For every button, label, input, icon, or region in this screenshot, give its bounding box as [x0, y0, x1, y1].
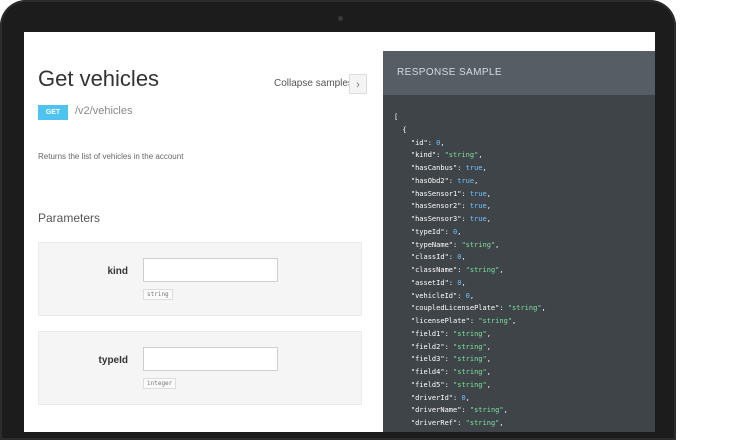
- code-line: "vehicleId": 0,: [410, 291, 475, 300]
- response-sample-panel: RESPONSE SAMPLE [ { "id": 0, "kind": "st…: [383, 51, 655, 432]
- code-line: "field5": "string",: [410, 380, 491, 389]
- json-key: "field2": [410, 342, 445, 351]
- json-key: "typeName": [410, 240, 454, 249]
- endpoint-path: /v2/vehicles: [75, 105, 133, 117]
- camera-icon: [338, 16, 343, 21]
- json-key: "vehicleId": [410, 291, 458, 300]
- json-value: "string": [444, 151, 479, 160]
- json-value: "string": [469, 406, 504, 415]
- code-line: {: [394, 125, 407, 134]
- json-key: "hasSensor1": [410, 189, 462, 198]
- json-value: true: [457, 176, 475, 185]
- code-line: "typeName": "string",: [410, 240, 500, 249]
- code-line: "field4": "string",: [410, 368, 491, 376]
- json-value: "string": [465, 419, 500, 427]
- json-key: "field3": [410, 355, 445, 364]
- json-key: "hasSensor3": [410, 215, 462, 223]
- code-line: "driverName": "string",: [410, 406, 508, 415]
- json-key: "typeId": [410, 227, 445, 236]
- param-type-badge: integer: [143, 378, 177, 389]
- json-value: 0: [461, 393, 466, 402]
- param-type-badge: string: [143, 289, 173, 300]
- json-key: "field1": [410, 329, 445, 338]
- code-line: "field1": "string",: [410, 329, 491, 338]
- code-line: "driverId": 0,: [410, 393, 470, 402]
- json-value: 0: [465, 291, 470, 300]
- code-line: "hasSensor3": true,: [410, 215, 491, 223]
- chevron-right-icon[interactable]: ›: [349, 74, 367, 94]
- response-code-block[interactable]: [ { "id": 0, "kind": "string", "hasCanbu…: [394, 111, 546, 430]
- param-row-typeid: typeId integer: [38, 331, 362, 405]
- json-value: true: [465, 164, 483, 172]
- json-key: "id": [410, 138, 428, 147]
- json-value: "string": [453, 380, 487, 389]
- code-line: "className": "string",: [410, 266, 504, 274]
- json-value: true: [469, 189, 487, 198]
- json-key: "driverName": [410, 406, 462, 415]
- json-value: "string": [453, 368, 487, 376]
- code-line: "licensePlate": "string",: [410, 317, 517, 325]
- endpoint-description: Returns the list of vehicles in the acco…: [38, 152, 184, 161]
- json-value: "string": [453, 329, 487, 338]
- code-line: "typeId": 0,: [410, 227, 462, 236]
- json-key: "field5": [410, 380, 445, 389]
- json-value: "string": [453, 342, 487, 351]
- json-value: 0: [457, 253, 462, 262]
- laptop-bezel: Get vehicles Collapse samples › GET /v2/…: [0, 0, 676, 440]
- json-key: "driverId": [410, 393, 454, 402]
- json-key: "driverRef": [410, 419, 458, 427]
- code-line: "id": 0,: [410, 138, 445, 147]
- code-line: "field2": "string",: [410, 342, 491, 351]
- code-line: "driverRef": "string",: [410, 419, 504, 427]
- json-key: "hasSensor2": [410, 202, 462, 211]
- json-key: "licensePlate": [410, 317, 470, 325]
- code-line: "kind": "string",: [410, 151, 483, 160]
- json-value: "string": [461, 240, 496, 249]
- param-name: typeId: [98, 355, 128, 366]
- code-line: "assetId": 0,: [410, 278, 466, 287]
- page-title: Get vehicles: [38, 66, 160, 91]
- code-line: "hasSensor2": true,: [410, 202, 491, 211]
- code-line: "hasObd2": true,: [410, 176, 479, 185]
- kind-input[interactable]: [143, 258, 278, 282]
- json-value: "string": [478, 317, 513, 325]
- json-key: "hasObd2": [410, 176, 449, 185]
- json-key: "field4": [410, 368, 445, 376]
- code-line: "coupledLicensePlate": "string",: [410, 304, 546, 313]
- json-key: "kind": [410, 151, 437, 160]
- json-key: "hasCanbus": [410, 164, 458, 172]
- param-row-kind: kind string: [38, 242, 362, 316]
- json-value: "string": [465, 266, 500, 274]
- code-line: "hasSensor1": true,: [410, 189, 491, 198]
- json-value: 0: [457, 278, 462, 287]
- response-sample-heading: RESPONSE SAMPLE: [383, 51, 655, 95]
- json-value: true: [469, 215, 487, 223]
- code-line: "classId": 0,: [410, 253, 466, 262]
- json-value: 0: [453, 227, 458, 236]
- parameters-heading: Parameters: [38, 211, 101, 225]
- typeid-input[interactable]: [143, 347, 278, 371]
- json-value: "string": [507, 304, 542, 313]
- http-method-badge: GET: [38, 105, 68, 120]
- json-value: true: [469, 202, 487, 211]
- json-key: "className": [410, 266, 458, 274]
- code-line: "hasCanbus": true,: [410, 164, 487, 172]
- collapse-samples-link[interactable]: Collapse samples: [274, 78, 353, 89]
- json-key: "assetId": [410, 278, 449, 287]
- code-line: [: [394, 113, 399, 121]
- json-key: "coupledLicensePlate": [410, 304, 500, 313]
- json-value: 0: [436, 138, 441, 147]
- laptop-screen: Get vehicles Collapse samples › GET /v2/…: [24, 32, 655, 432]
- api-doc-panel: Get vehicles Collapse samples › GET /v2/…: [24, 32, 383, 432]
- code-line: "field3": "string",: [410, 355, 491, 364]
- json-value: "string": [453, 355, 487, 364]
- param-name: kind: [107, 266, 128, 277]
- json-key: "classId": [410, 253, 449, 262]
